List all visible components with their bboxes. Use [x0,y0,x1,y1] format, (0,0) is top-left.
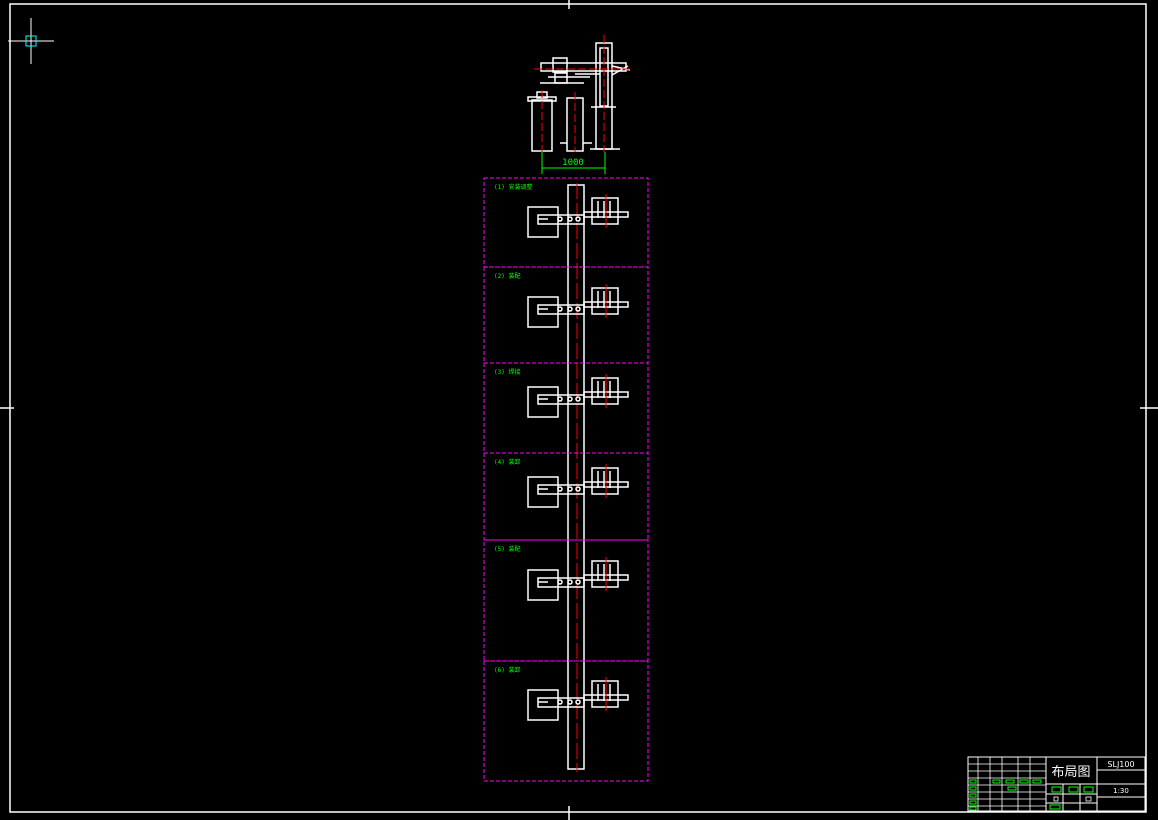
station-3[interactable]: (3) 焊接 [483,362,649,454]
station-2[interactable]: (2) 装配 [483,266,649,364]
station-label: (4) 装卸 [494,458,520,466]
station-label: (6) 装卸 [494,666,520,674]
station-label: (3) 焊接 [494,368,520,376]
drawing-code: SLJ100 [1107,760,1134,769]
station-5[interactable]: (5) 装配 [483,539,649,662]
station-label: (1) 安装调整 [494,183,532,191]
conveyor-rail [567,183,585,772]
crosshair-cursor-icon [8,18,54,64]
station-6[interactable]: (6) 装卸 [483,660,649,782]
station-4[interactable]: (4) 装卸 [483,452,649,541]
title-text: 布局图 [1051,765,1090,780]
title-block: 布局图 SLJ100 1:30 [967,756,1146,812]
dimension-text: 1000 [562,158,584,168]
cad-model-space[interactable]: 1000 (1) 安装调整 (2) 装配 (3) 焊接 (4) 装卸 (5) 装… [0,0,1158,820]
station-label: (5) 装配 [494,545,520,553]
station-label: (2) 装配 [494,272,520,280]
elevation-view [527,42,631,152]
scale-note: 1:30 [1113,787,1129,795]
dimension-1000: 1000 [541,152,606,174]
drawing-border [0,0,1158,820]
station-1[interactable]: (1) 安装调整 [483,177,649,268]
